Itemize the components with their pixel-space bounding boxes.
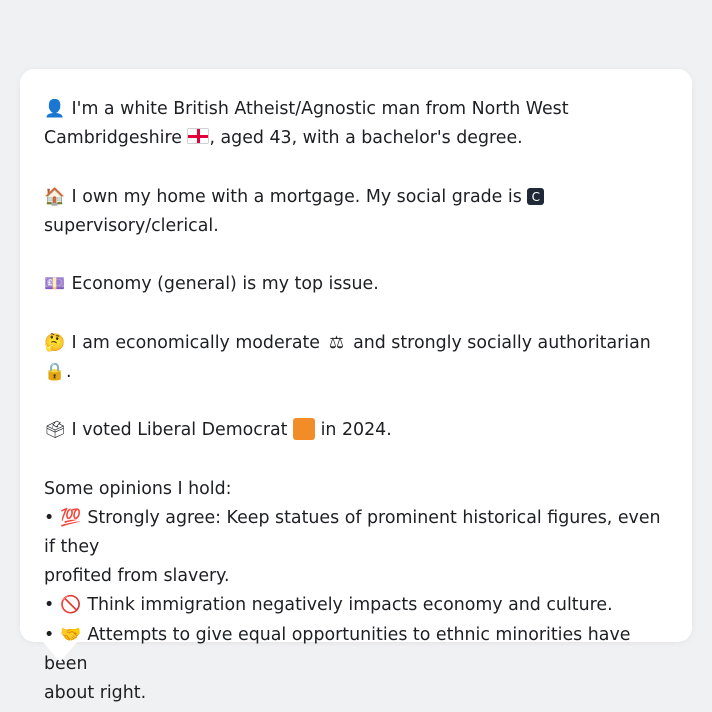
england-flag-icon	[187, 128, 210, 145]
thinking-face-icon: 🤔	[44, 332, 66, 353]
opinion-item: • 💯 Strongly agree: Keep statues of prom…	[44, 504, 668, 562]
ballot-box-icon: 🗳	[44, 420, 66, 441]
opinion-item: • 🚫 Think immigration negatively impacts…	[44, 591, 668, 620]
social-stance-text: and strongly socially authoritarian	[353, 332, 651, 353]
housing-paragraph: 🏠 I own my home with a mortgage. My soci…	[44, 183, 668, 241]
opinion-text: Attempts to give equal opportunities to …	[44, 624, 631, 674]
vote-year-text: in 2024.	[320, 420, 392, 441]
prohibited-icon: 🚫	[60, 595, 82, 616]
ideology-line: 🤔 I am economically moderate ⚖ and stron…	[44, 329, 668, 387]
identity-text: I'm a white British Atheist/Agnostic man…	[71, 99, 569, 119]
vote-text: I voted Liberal Democrat	[71, 420, 288, 441]
identity-line-2: Cambridgeshire , aged 43, with a bachelo…	[44, 124, 668, 153]
bullet: •	[44, 595, 55, 616]
bullet: •	[44, 507, 55, 528]
economic-stance-text: I am economically moderate	[71, 332, 320, 353]
social-grade-badge: C	[527, 188, 545, 206]
hundred-points-icon: 💯	[60, 507, 82, 528]
identity-paragraph: 👤 I'm a white British Atheist/Agnostic m…	[44, 95, 668, 153]
opinion-text: Think immigration negatively impacts eco…	[87, 595, 613, 616]
housing-text: I own my home with a mortgage. My social…	[71, 186, 522, 207]
identity-line-1: 👤 I'm a white British Atheist/Agnostic m…	[44, 95, 668, 124]
party-color-square	[293, 418, 316, 441]
age-education-text: , aged 43, with a bachelor's degree.	[209, 128, 523, 149]
social-grade-text: supervisory/clerical.	[44, 215, 219, 236]
bubble-tail	[42, 641, 78, 662]
top-issue-text: Economy (general) is my top issue.	[71, 274, 379, 295]
top-issue-paragraph: 💷 Economy (general) is my top issue.	[44, 270, 668, 299]
opinion-text-continued: profited from slavery.	[44, 566, 230, 587]
vote-paragraph: 🗳 I voted Liberal Democrat in 2024.	[44, 416, 668, 445]
bust-in-silhouette-icon: 👤	[44, 99, 66, 119]
opinions-section: Some opinions I hold: • 💯 Strongly agree…	[44, 475, 668, 709]
period: .	[66, 361, 72, 382]
message-bubble: 👤 I'm a white British Atheist/Agnostic m…	[20, 69, 692, 703]
opinions-heading: Some opinions I hold:	[44, 478, 232, 499]
housing-line-2: supervisory/clerical.	[44, 212, 668, 241]
money-bill-icon: 💷	[44, 274, 66, 295]
opinion-item: • 🤝 Attempts to give equal opportunities…	[44, 621, 668, 679]
top-issue-line: 💷 Economy (general) is my top issue.	[44, 270, 668, 299]
vote-line: 🗳 I voted Liberal Democrat in 2024.	[44, 416, 668, 445]
opinion-text: Strongly agree: Keep statues of prominen…	[44, 507, 661, 557]
opinion-text-continued: about right.	[44, 682, 147, 703]
ideology-paragraph: 🤔 I am economically moderate ⚖ and stron…	[44, 329, 668, 387]
housing-line-1: 🏠 I own my home with a mortgage. My soci…	[44, 183, 668, 212]
balance-scale-icon: ⚖	[328, 332, 345, 353]
location-text: Cambridgeshire	[44, 128, 182, 149]
lock-icon: 🔒	[44, 361, 66, 382]
house-icon: 🏠	[44, 186, 66, 207]
